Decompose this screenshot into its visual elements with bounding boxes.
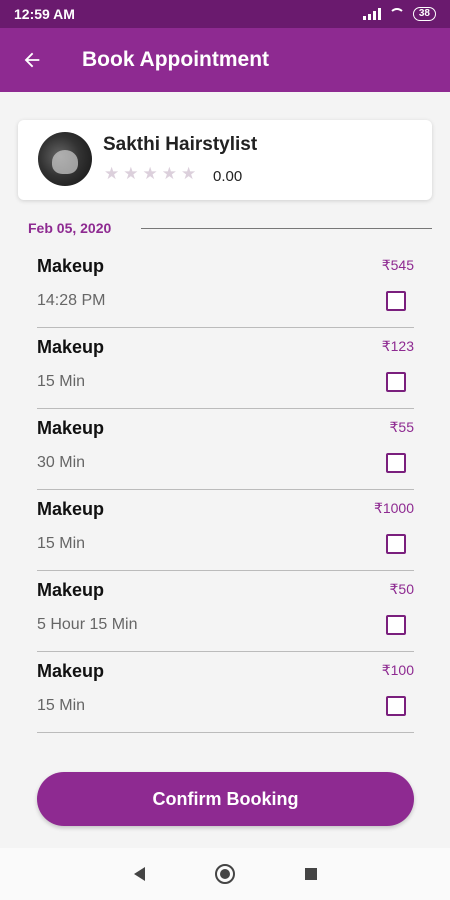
- status-bar: 12:59 AM 38: [0, 0, 450, 28]
- service-item: Makeup ₹100 15 Min: [37, 652, 414, 733]
- app-bar: Book Appointment: [0, 28, 450, 92]
- star-icon: ★: [161, 164, 177, 183]
- service-price: ₹123: [381, 338, 414, 354]
- stylist-name: Sakthi Hairstylist: [103, 134, 258, 155]
- service-checkbox[interactable]: [386, 291, 406, 311]
- star-icon: ★: [181, 164, 197, 183]
- service-duration: 14:28 PM: [37, 292, 106, 309]
- system-nav-bar: [0, 848, 450, 900]
- service-name: Makeup: [37, 256, 105, 276]
- rating-value: 0.00: [213, 168, 243, 185]
- service-checkbox[interactable]: [386, 615, 406, 635]
- rating-stars: ★ ★ ★ ★ ★: [104, 164, 196, 184]
- nav-back-icon[interactable]: [133, 867, 145, 881]
- service-price: ₹55: [389, 419, 414, 435]
- service-checkbox[interactable]: [386, 453, 406, 473]
- stylist-card[interactable]: Sakthi Hairstylist ★ ★ ★ ★ ★ 0.00: [18, 120, 432, 200]
- service-item: Makeup ₹55 30 Min: [37, 409, 414, 490]
- signal-icon: [362, 8, 381, 20]
- back-button[interactable]: [0, 28, 64, 92]
- service-duration: 15 Min: [37, 373, 86, 390]
- service-item: Makeup ₹50 5 Hour 15 Min: [37, 571, 414, 652]
- star-icon: ★: [142, 164, 158, 183]
- service-price: ₹1000: [373, 500, 414, 516]
- service-price: ₹545: [381, 257, 414, 273]
- service-name: Makeup: [37, 337, 105, 357]
- service-checkbox[interactable]: [386, 372, 406, 392]
- service-checkbox[interactable]: [386, 696, 406, 716]
- service-name: Makeup: [37, 418, 105, 438]
- nav-recents-icon[interactable]: [304, 868, 317, 880]
- date-label: Feb 05, 2020: [28, 220, 112, 236]
- divider: [141, 228, 432, 229]
- wifi-icon: [388, 8, 405, 20]
- service-price: ₹100: [381, 662, 414, 678]
- star-icon: ★: [104, 164, 120, 183]
- status-time: 12:59 AM: [14, 6, 75, 22]
- service-name: Makeup: [37, 580, 105, 600]
- star-icon: ★: [123, 164, 139, 183]
- service-item: Makeup ₹1000 15 Min: [37, 490, 414, 571]
- service-name: Makeup: [37, 661, 105, 681]
- avatar: [38, 132, 92, 186]
- battery-icon: 38: [412, 7, 436, 21]
- service-duration: 30 Min: [37, 454, 86, 471]
- service-duration: 15 Min: [37, 697, 86, 714]
- service-duration: 5 Hour 15 Min: [37, 616, 138, 633]
- service-item: Makeup ₹123 15 Min: [37, 328, 414, 409]
- nav-home-icon[interactable]: [214, 864, 235, 884]
- status-icons: 38: [362, 7, 436, 21]
- page-title: Book Appointment: [82, 48, 270, 71]
- confirm-booking-button[interactable]: Confirm Booking: [37, 772, 414, 826]
- service-price: ₹50: [389, 581, 414, 597]
- service-checkbox[interactable]: [386, 534, 406, 554]
- service-item: Makeup ₹545 14:28 PM: [37, 247, 414, 328]
- arrow-left-icon: [24, 52, 40, 68]
- service-duration: 15 Min: [37, 535, 86, 552]
- service-name: Makeup: [37, 499, 105, 519]
